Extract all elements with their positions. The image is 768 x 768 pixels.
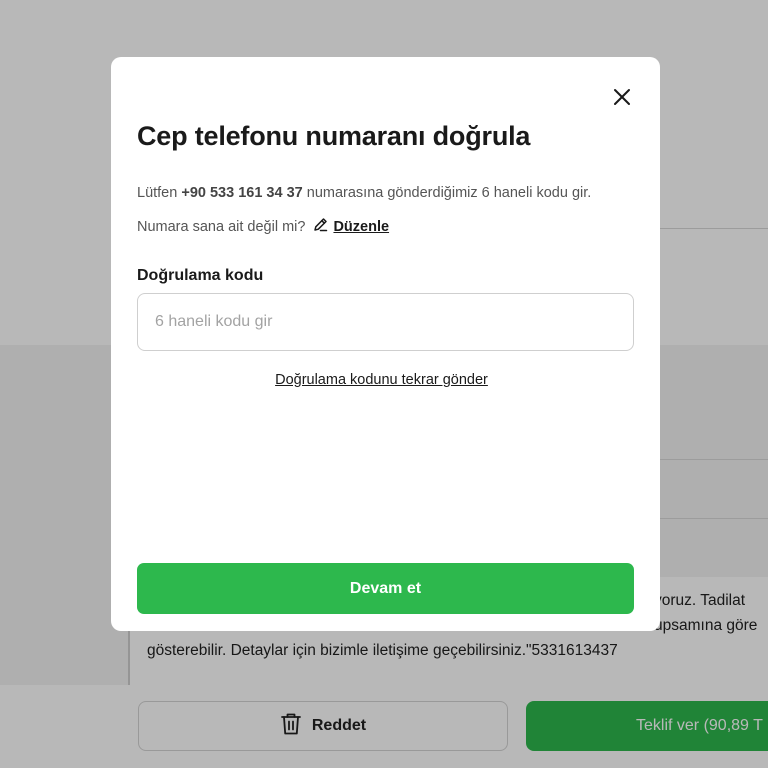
verification-code-input[interactable]	[137, 293, 634, 351]
not-mine-text: Numara sana ait değil mi?	[137, 218, 306, 235]
pencil-icon	[313, 217, 328, 236]
edit-label: Düzenle	[333, 218, 390, 235]
code-label: Doğrulama kodu	[137, 267, 264, 284]
modal-title: Cep telefonu numaranı doğrula	[137, 121, 531, 151]
close-icon	[613, 88, 631, 111]
close-button[interactable]	[610, 87, 634, 111]
resend-code-link[interactable]: Doğrulama kodunu tekrar gönder	[111, 372, 652, 388]
verification-info: Lütfen +90 533 161 34 37 numarasına gönd…	[137, 185, 591, 201]
phone-number: +90 533 161 34 37	[181, 185, 303, 201]
edit-number-link[interactable]: Düzenle	[313, 217, 389, 236]
not-mine-row: Numara sana ait değil mi? Düzenle	[137, 217, 389, 236]
info-prefix: Lütfen	[137, 185, 178, 201]
continue-button[interactable]: Devam et	[137, 563, 634, 614]
phone-verification-modal: Cep telefonu numaranı doğrula Lütfen +90…	[111, 57, 660, 631]
info-suffix: numarasına gönderdiğimiz 6 haneli kodu g…	[306, 185, 592, 201]
